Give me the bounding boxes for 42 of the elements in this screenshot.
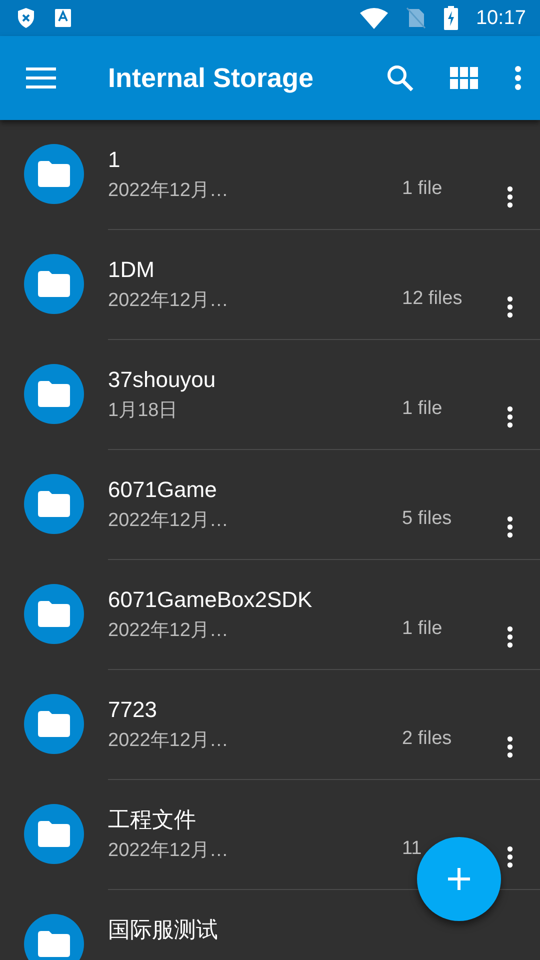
wifi-icon [360,7,388,29]
grid-view-icon[interactable] [450,67,478,89]
file-count: 1 file [402,178,442,199]
more-options-icon[interactable] [506,186,514,208]
more-options-icon[interactable] [506,736,514,758]
no-sim-icon [406,7,426,29]
overflow-menu-icon[interactable] [514,65,522,91]
file-count: 1 file [402,398,442,419]
file-count: 2 files [402,728,452,749]
folder-date: 2022年12月… [108,509,228,533]
search-icon[interactable] [386,64,414,92]
menu-icon[interactable] [26,67,56,89]
more-options-icon[interactable] [506,406,514,428]
file-count: 1 file [402,618,442,639]
battery-charging-icon [444,6,458,30]
folder-name[interactable]: 1 [108,146,402,174]
file-count: 11 [402,838,422,859]
folder-name[interactable]: 国际服测试 [108,916,540,944]
folder-name[interactable]: 37shouyou [108,366,402,394]
folder-date: 2022年12月… [108,289,228,313]
more-options-icon[interactable] [506,846,514,868]
folder-date: 2022年12月… [108,179,228,203]
status-time: 10:17 [476,6,526,30]
file-count: 12 files [402,288,462,309]
folder-name[interactable]: 6071Game [108,476,402,504]
more-options-icon[interactable] [506,516,514,538]
more-options-icon[interactable] [506,296,514,318]
shield-icon [16,7,36,29]
app-icon [54,8,72,28]
folder-date: 2022年12月… [108,839,228,863]
folder-icon [24,914,84,960]
plus-icon [447,867,471,891]
folder-date: 1月18日 [108,399,178,423]
folder-date: 2022年12月… [108,729,228,753]
folder-name[interactable]: 工程文件 [108,806,402,834]
screen-title: Internal Storage [108,62,315,94]
folder-date: 2022年12月… [108,619,228,643]
folder-name[interactable]: 1DM [108,256,402,284]
more-options-icon[interactable] [506,626,514,648]
folder-name[interactable]: 7723 [108,696,402,724]
folder-name[interactable]: 6071GameBox2SDK [108,586,402,614]
file-count: 5 files [402,508,452,529]
